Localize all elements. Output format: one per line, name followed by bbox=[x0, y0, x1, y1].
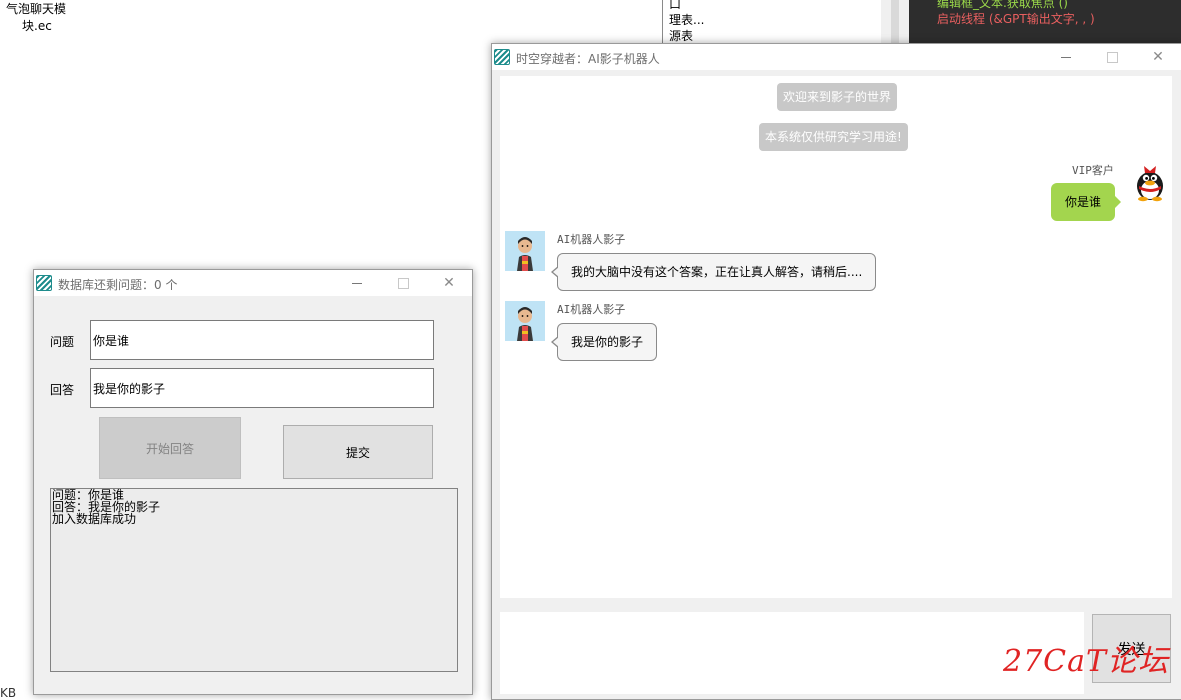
chat-message-area[interactable]: 欢迎来到影子的世界 本系统仅供研究学习用途! VIP客户 你是谁 AI机器人影子… bbox=[500, 76, 1172, 598]
submit-button[interactable]: 提交 bbox=[283, 425, 433, 479]
db-answer-window: 数据库还剩问题：0 个 ✕ 问题 你是谁 回答 我是你的影子 开始回答 提交 问… bbox=[33, 269, 473, 695]
minimize-icon bbox=[1061, 56, 1071, 58]
window-title: 数据库还剩问题：0 个 bbox=[58, 278, 178, 292]
question-label: 问题 bbox=[50, 335, 75, 349]
robot-avatar-icon bbox=[505, 231, 545, 271]
forum-watermark: 27CaT论坛 bbox=[1003, 644, 1170, 679]
minimize-icon bbox=[352, 282, 362, 284]
maximize-button[interactable] bbox=[1089, 44, 1135, 70]
background-list-item[interactable]: 源表 bbox=[669, 27, 693, 44]
desktop-item-label[interactable]: 块.ec bbox=[22, 17, 52, 34]
system-message: 本系统仅供研究学习用途! bbox=[759, 123, 908, 151]
app-icon bbox=[494, 49, 510, 65]
titlebar[interactable]: 时空穿越者：AI影子机器人 ✕ bbox=[492, 44, 1181, 70]
maximize-button[interactable] bbox=[380, 270, 426, 296]
window-title: 时空穿越者：AI影子机器人 bbox=[516, 52, 660, 66]
robot-avatar-icon bbox=[505, 301, 545, 341]
close-icon: ✕ bbox=[1152, 49, 1164, 65]
user-name: VIP客户 bbox=[1072, 164, 1114, 177]
system-message: 欢迎来到影子的世界 bbox=[777, 83, 898, 111]
log-line: 加入数据库成功 bbox=[52, 512, 137, 526]
question-input[interactable]: 你是谁 bbox=[90, 320, 434, 360]
maximize-icon bbox=[397, 277, 409, 289]
minimize-button[interactable] bbox=[1043, 44, 1089, 70]
penguin-avatar-icon bbox=[1137, 166, 1163, 202]
background-code-editor: 编辑框_文本.获取焦点 () 启动线程 (&GPT输出文字, , ) bbox=[909, 0, 1181, 44]
chat-window: 时空穿越者：AI影子机器人 ✕ 欢迎来到影子的世界 本系统仅供研究学习用途! V… bbox=[491, 43, 1181, 700]
close-icon: ✕ bbox=[443, 275, 455, 291]
answer-label: 回答 bbox=[50, 383, 75, 397]
maximize-icon bbox=[1106, 51, 1118, 63]
bot-name: AI机器人影子 bbox=[557, 303, 626, 316]
background-scrollbar bbox=[881, 0, 909, 44]
user-message-bubble: 你是谁 bbox=[1051, 183, 1122, 221]
answer-input-value: 我是你的影子 bbox=[93, 381, 166, 396]
bot-message-bubble: 我是你的影子 bbox=[550, 323, 658, 361]
log-output[interactable]: 问题：你是谁 回答：我是你的影子 加入数据库成功 bbox=[50, 488, 458, 672]
background-list-item[interactable]: 理表... bbox=[669, 11, 704, 28]
code-line: 启动线程 (&GPT输出文字, , ) bbox=[937, 12, 1095, 26]
bot-message-bubble: 我的大脑中没有这个答案，正在让真人解答，请稍后.... bbox=[550, 253, 877, 291]
message-input[interactable] bbox=[500, 612, 1084, 694]
close-button[interactable]: ✕ bbox=[1135, 44, 1181, 70]
start-answer-button[interactable]: 开始回答 bbox=[99, 417, 241, 479]
titlebar[interactable]: 数据库还剩问题：0 个 ✕ bbox=[34, 270, 472, 296]
close-button[interactable]: ✕ bbox=[426, 270, 472, 296]
bot-name: AI机器人影子 bbox=[557, 233, 626, 246]
answer-input[interactable]: 我是你的影子 bbox=[90, 368, 434, 408]
minimize-button[interactable] bbox=[334, 270, 380, 296]
app-icon bbox=[36, 275, 52, 291]
question-input-value: 你是谁 bbox=[93, 333, 130, 348]
desktop-item-label[interactable]: 气泡聊天模 bbox=[6, 0, 66, 17]
background-list-window: 口 理表... 源表 bbox=[662, 0, 882, 44]
